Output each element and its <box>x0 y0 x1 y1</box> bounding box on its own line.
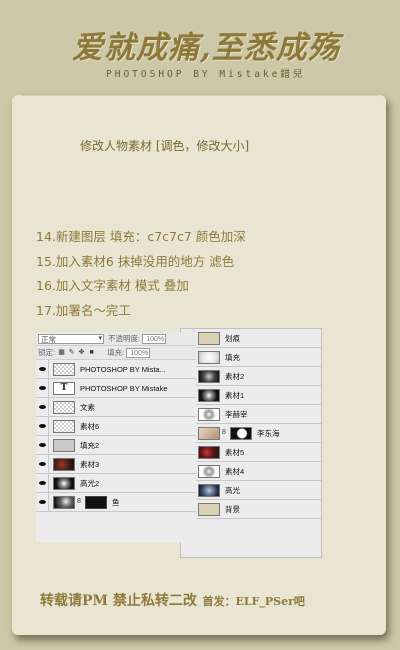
layers-panel-left: 正常 不透明度: 100% 锁定: ▦ ✎ ✥ ■ 填充: 100% PHOTO… <box>36 332 196 542</box>
layer-thumbnail <box>53 419 75 433</box>
layer-name: 李赫宰 <box>225 409 248 419</box>
lock-label: 锁定: <box>38 348 56 357</box>
layer-thumbnail <box>198 502 220 516</box>
lock-all-icon[interactable]: ■ <box>88 349 95 356</box>
logo-subtitle: PHOTOSHOP BY Mistake錯兒 <box>106 69 306 80</box>
layer-name: 素材4 <box>225 466 245 476</box>
layer-name: 高光 <box>225 485 240 495</box>
layers-panel-right: 划痕填充素材2 素材1 李赫宰 8 李东海素材5 素材4 高光背景 <box>180 328 322 558</box>
layer-name: 背景 <box>225 504 240 514</box>
blend-mode-select[interactable]: 正常 <box>38 333 104 344</box>
layer-row[interactable]: 背景 <box>181 499 321 519</box>
layer-name: 高光2 <box>80 478 100 488</box>
visibility-eye-icon[interactable] <box>36 397 49 417</box>
layer-row[interactable]: 素材1 <box>181 385 321 405</box>
layer-name: 鱼 <box>112 497 120 507</box>
lock-position-icon[interactable]: ✥ <box>78 349 85 356</box>
step-17: 17.加署名～完工 <box>36 302 131 318</box>
layer-mask-thumbnail <box>85 495 107 509</box>
fill-label: 填充: <box>107 348 125 357</box>
layer-row[interactable]: PHOTOSHOP BY Mista... <box>36 359 196 379</box>
layer-thumbnail <box>53 457 75 471</box>
visibility-eye-icon[interactable] <box>36 416 49 436</box>
layer-thumbnail <box>53 400 75 414</box>
layer-thumbnail <box>198 388 220 402</box>
layer-thumbnail <box>198 369 220 383</box>
layer-name: PHOTOSHOP BY Mista... <box>80 364 166 374</box>
visibility-eye-icon[interactable] <box>36 492 49 512</box>
left-layer-list: PHOTOSHOP BY Mista... T PHOTOSHOP BY Mista… <box>36 359 196 512</box>
steps-list: 14.新建图层 填充：c7c7c7 颜色加深 15.加入素材6 抹掉没用的地方 … <box>36 225 246 323</box>
layer-thumbnail: T <box>53 381 75 395</box>
layer-name: 素材6 <box>80 421 100 431</box>
layer-row[interactable]: 8 李东海 <box>181 423 321 443</box>
tutorial-card: 修改人物素材 [调色，修改大小] 14.新建图层 填充：c7c7c7 颜色加深 … <box>12 95 386 635</box>
layer-row[interactable]: 高光 <box>181 480 321 500</box>
layer-name: 素材1 <box>225 390 245 400</box>
layer-name: 填充 <box>225 352 240 362</box>
layer-name: 素材5 <box>225 447 245 457</box>
layer-name: 李东海 <box>257 428 280 438</box>
layer-thumbnail <box>198 407 220 421</box>
layer-row[interactable]: 素材6 <box>36 416 196 436</box>
layer-name: 素材2 <box>225 371 245 381</box>
fill-input[interactable]: 100% <box>126 347 151 358</box>
layer-row[interactable]: 划痕 <box>181 328 321 348</box>
layer-row[interactable]: 8鱼 <box>36 492 196 512</box>
layer-mask-thumbnail <box>230 426 252 440</box>
layer-row[interactable]: 素材4 <box>181 461 321 481</box>
logo-title: 爱就成痛,至悉成殇 <box>72 30 340 66</box>
step-16: 16.加入文字素材 模式 叠加 <box>36 278 189 293</box>
visibility-eye-icon[interactable] <box>36 454 49 474</box>
layer-thumbnail <box>53 438 75 452</box>
layer-row[interactable]: 素材2 <box>181 366 321 386</box>
layer-row[interactable]: 高光2 <box>36 473 196 493</box>
layer-thumbnail <box>198 350 220 364</box>
layer-thumbnail <box>198 445 220 459</box>
layer-thumbnail <box>53 362 75 376</box>
blend-row: 正常 不透明度: 100% <box>36 332 196 346</box>
layer-row[interactable]: T PHOTOSHOP BY Mistake <box>36 378 196 398</box>
layer-name: 文素 <box>80 402 95 412</box>
visibility-eye-icon[interactable] <box>36 378 49 398</box>
layer-thumbnail <box>53 476 75 490</box>
layer-thumbnail <box>198 426 220 440</box>
header: 爱就成痛,至悉成殇 PHOTOSHOP BY Mistake錯兒 <box>0 0 400 96</box>
footer: 转载请PM 禁止私转二改 首发：ELF_PSer吧 <box>40 590 305 610</box>
right-layer-list: 划痕填充素材2 素材1 李赫宰 8 李东海素材5 素材4 高光背景 <box>181 328 321 519</box>
layer-row[interactable]: 填充 <box>181 347 321 367</box>
layer-name: PHOTOSHOP BY Mistake <box>80 383 168 393</box>
footer-notice: 转载请PM 禁止私转二改 <box>40 593 197 609</box>
lock-transparency-icon[interactable]: ▦ <box>58 349 65 356</box>
visibility-eye-icon[interactable] <box>36 435 49 455</box>
intro-text: 修改人物素材 [调色，修改大小] <box>80 139 250 153</box>
layer-row[interactable]: 素材3 <box>36 454 196 474</box>
mask-link-icon[interactable]: 8 <box>77 497 83 507</box>
opacity-label: 不透明度: <box>108 334 141 343</box>
lock-pixels-icon[interactable]: ✎ <box>68 349 75 356</box>
mask-link-icon[interactable]: 8 <box>222 428 228 438</box>
layer-name: 划痕 <box>225 333 240 343</box>
visibility-eye-icon[interactable] <box>36 359 49 379</box>
layer-name: 素材3 <box>80 459 100 469</box>
lock-row: 锁定: ▦ ✎ ✥ ■ 填充: 100% <box>36 346 196 360</box>
layer-thumbnail <box>53 495 75 509</box>
step-14: 14.新建图层 填充：c7c7c7 颜色加深 <box>36 229 246 244</box>
layer-thumbnail <box>198 331 220 345</box>
footer-source: 首发：ELF_PSer吧 <box>202 595 305 608</box>
layer-row[interactable]: 文素 <box>36 397 196 417</box>
opacity-input[interactable]: 100% <box>142 333 167 344</box>
layer-name: 填充2 <box>80 440 100 450</box>
visibility-eye-icon[interactable] <box>36 473 49 493</box>
layer-thumbnail <box>198 464 220 478</box>
card-divider <box>22 95 378 96</box>
layer-row[interactable]: 李赫宰 <box>181 404 321 424</box>
step-15: 15.加入素材6 抹掉没用的地方 滤色 <box>36 253 235 269</box>
layer-row[interactable]: 填充2 <box>36 435 196 455</box>
layer-thumbnail <box>198 483 220 497</box>
layer-row[interactable]: 素材5 <box>181 442 321 462</box>
